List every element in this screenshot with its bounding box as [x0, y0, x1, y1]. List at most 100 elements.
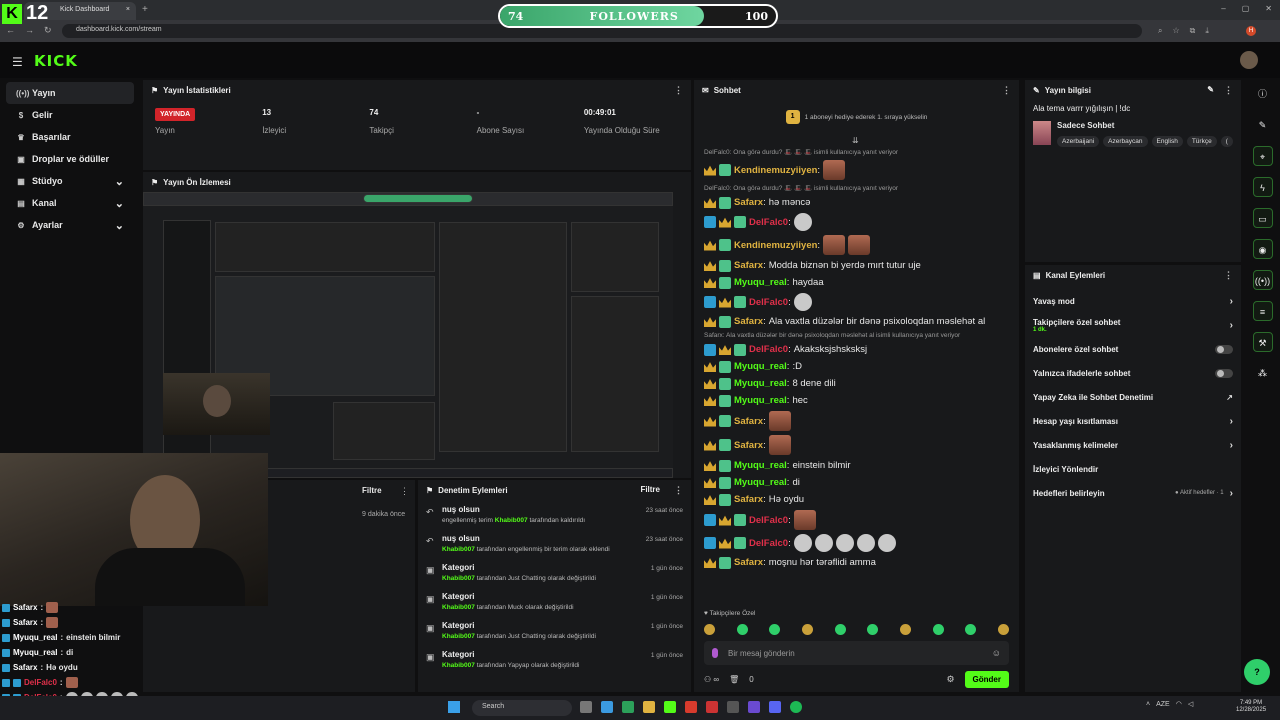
- quick-emote-icon[interactable]: [801, 624, 813, 635]
- chat-message[interactable]: Safarx: Hə oydu: [704, 493, 1009, 506]
- target-icon[interactable]: ⌖: [1252, 146, 1273, 166]
- more-icon[interactable]: ⋮: [674, 85, 683, 96]
- chat-username[interactable]: Safarx: [734, 196, 763, 209]
- chat-message[interactable]: Safarx:: [704, 411, 1009, 431]
- chat-message[interactable]: Myuqu_real: einstein bilmir: [704, 459, 1009, 472]
- mod-action-item[interactable]: ▣ Kategori 1 gün önce Khabib007 tarafından …: [418, 616, 691, 645]
- channel-action-8[interactable]: Hedefleri belirleyin ● Aktif hedefler · 1…: [1025, 481, 1241, 505]
- mod-user[interactable]: Khabib007: [495, 517, 528, 524]
- app-icon[interactable]: [727, 701, 739, 713]
- mod-user[interactable]: Khabib007: [442, 575, 475, 582]
- toggle-switch[interactable]: [1215, 368, 1233, 378]
- chat-message[interactable]: DelFalc0: Akaksksjshsksksj: [704, 343, 1009, 356]
- menu-icon[interactable]: ☰: [12, 55, 23, 69]
- chevron-right-icon[interactable]: ›: [1230, 440, 1233, 451]
- edit-icon[interactable]: ✎: [1207, 85, 1214, 96]
- chat-username[interactable]: DelFalc0: [749, 343, 788, 356]
- share-icon[interactable]: ⁂: [1253, 363, 1273, 383]
- chat-message[interactable]: Myuqu_real: haydaa: [704, 276, 1009, 289]
- close-window-button[interactable]: ✕: [1265, 4, 1272, 13]
- mod-user[interactable]: Khabib007: [442, 604, 475, 611]
- broadcast-icon[interactable]: ((•)): [1252, 270, 1273, 290]
- chat-icon[interactable]: ◉: [1252, 239, 1273, 259]
- sidebar-item-1[interactable]: $ Gelir: [6, 104, 134, 126]
- mod-user[interactable]: Khabib007: [442, 546, 475, 553]
- channel-action-4[interactable]: Yapay Zeka ile Sohbet Denetimi ↗: [1025, 385, 1241, 409]
- channel-action-3[interactable]: Yalnızca ifadelerle sohbet: [1025, 361, 1241, 385]
- chat-message[interactable]: Myuqu_real: hec: [704, 394, 1009, 407]
- tab-close-icon[interactable]: ×: [126, 6, 130, 20]
- chat-username[interactable]: Myuqu_real: [734, 276, 787, 289]
- external-link-icon[interactable]: ↗: [1226, 393, 1233, 402]
- quick-emote-icon[interactable]: [867, 624, 879, 635]
- chat-username[interactable]: DelFalc0: [749, 216, 788, 229]
- mod-filter-button[interactable]: Filtre: [640, 485, 660, 496]
- chevron-right-icon[interactable]: ›: [1230, 416, 1233, 427]
- spotify-icon[interactable]: [790, 701, 802, 713]
- info-circle-icon[interactable]: ⓘ: [1253, 84, 1273, 104]
- chat-message[interactable]: Safarx: Modda biznən bi yerdə mırt tutur …: [704, 259, 1009, 272]
- chat-users-icon[interactable]: ⚇ ∞: [704, 675, 719, 684]
- language-indicator[interactable]: AZE: [1156, 701, 1170, 708]
- chat-message[interactable]: Kendinemuzyiiyen:: [704, 160, 1009, 180]
- maximize-button[interactable]: ▢: [1242, 4, 1250, 13]
- kick-logo[interactable]: KICK: [34, 52, 78, 70]
- chat-username[interactable]: Myuqu_real: [734, 459, 787, 472]
- app-icon[interactable]: [706, 701, 718, 713]
- chat-message[interactable]: DelFalc0:: [704, 510, 1009, 530]
- chat-message[interactable]: Myuqu_real: di: [704, 476, 1009, 489]
- quick-emote-icon[interactable]: [965, 624, 977, 635]
- chat-username[interactable]: Safarx: [734, 415, 763, 428]
- wrench-icon[interactable]: ⚒: [1252, 332, 1273, 352]
- mic-icon[interactable]: [712, 648, 718, 658]
- sidebar-item-2[interactable]: ♛ Başarılar: [6, 126, 134, 148]
- chrome-icon[interactable]: [685, 701, 697, 713]
- chat-settings-icon[interactable]: ⚙: [946, 674, 954, 685]
- chat-username[interactable]: DelFalc0: [749, 296, 788, 309]
- chevron-right-icon[interactable]: ›: [1230, 296, 1233, 307]
- chat-trash-icon[interactable]: 🗑: [729, 675, 739, 684]
- browser-profile-avatar[interactable]: H: [1246, 26, 1256, 36]
- mod-user[interactable]: Khabib007: [442, 662, 475, 669]
- chat-username[interactable]: Safarx: [734, 259, 763, 272]
- pencil-icon[interactable]: ✎: [1253, 115, 1273, 135]
- stream-tag[interactable]: Türkçe: [1186, 136, 1217, 147]
- app-icon[interactable]: [622, 701, 634, 713]
- chat-message[interactable]: Safarx:: [704, 435, 1009, 455]
- wifi-icon[interactable]: ◠: [1176, 700, 1182, 708]
- stream-tag[interactable]: (: [1220, 136, 1233, 147]
- emoji-icon[interactable]: ☺: [992, 648, 1001, 658]
- toggle-switch[interactable]: [1215, 344, 1233, 354]
- chat-message[interactable]: Kendinemuzyiiyen:: [704, 235, 1009, 255]
- chevron-right-icon[interactable]: ›: [1230, 488, 1233, 499]
- document-icon[interactable]: ▭: [1252, 208, 1273, 228]
- zoom-icon[interactable]: ⌕: [1158, 26, 1162, 36]
- taskbar-search[interactable]: Search: [472, 700, 572, 716]
- mod-action-item[interactable]: ▣ Kategori 1 gün önce Khabib007 tarafından …: [418, 587, 691, 616]
- channel-action-6[interactable]: Yasaklanmış kelimeler ›: [1025, 433, 1241, 457]
- chat-username[interactable]: DelFalc0: [749, 537, 788, 550]
- taskbar-clock[interactable]: 7:49 PM 12/28/2025: [1236, 700, 1266, 714]
- volume-icon[interactable]: ◁: [1188, 700, 1193, 708]
- quick-emote-icon[interactable]: [932, 624, 944, 635]
- mod-action-item[interactable]: ↶ nuş olsun 23 saat önce engellenmiş terim …: [418, 500, 691, 529]
- chat-username[interactable]: Myuqu_real: [734, 394, 787, 407]
- chat-username[interactable]: Kendinemuzyiiyen: [734, 164, 817, 177]
- app-icon[interactable]: [748, 701, 760, 713]
- quick-emote-icon[interactable]: [736, 624, 748, 635]
- more-icon[interactable]: ⋮: [1224, 270, 1233, 281]
- chevron-down-icon[interactable]: ⌄: [115, 175, 124, 188]
- sidebar-item-3[interactable]: ▣ Droplar ve ödüller: [6, 148, 134, 170]
- chat-username[interactable]: DelFalc0: [749, 514, 788, 527]
- app-icon[interactable]: [580, 701, 592, 713]
- bookmark-star-icon[interactable]: ☆: [1172, 26, 1179, 36]
- sidebar-item-4[interactable]: ▦ Stüdyo ⌄: [6, 170, 134, 192]
- chat-message[interactable]: DelFalc0:: [704, 534, 1009, 552]
- forward-icon[interactable]: →: [25, 25, 34, 36]
- sidebar-item-0[interactable]: ((•)) Yayın: [6, 82, 134, 104]
- app-icon[interactable]: [664, 701, 676, 713]
- quick-emote-icon[interactable]: [704, 624, 715, 635]
- help-chat-icon[interactable]: ?: [1244, 659, 1270, 685]
- events-filter-button[interactable]: Filtre: [362, 486, 382, 495]
- windows-start-icon[interactable]: [448, 701, 460, 713]
